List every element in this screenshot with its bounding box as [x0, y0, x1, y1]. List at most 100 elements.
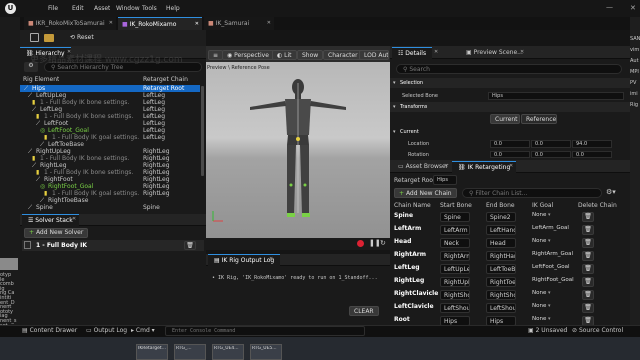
close-icon[interactable]: ✕ — [269, 256, 273, 262]
delete-chain-icon[interactable]: 🗑 — [582, 251, 594, 261]
cmd-dropdown[interactable]: ▸ Cmd ▾ — [131, 327, 155, 334]
delete-chain-icon[interactable]: 🗑 — [582, 277, 594, 287]
close-icon[interactable]: ✕ — [72, 216, 76, 222]
content-drawer-button[interactable]: ▤ Content Drawer — [22, 327, 77, 334]
reset-button[interactable]: ⟲ Reset — [66, 33, 98, 44]
menu-item-asset[interactable]: Asset — [94, 5, 110, 12]
tree-row[interactable]: ▮ 1 - Full Body IK bone settings. LeftLeg — [20, 99, 200, 106]
start-bone-dropdown[interactable]: RightUpLeg — [440, 277, 470, 287]
end-bone-dropdown[interactable]: LeftHand — [486, 225, 516, 235]
chain-row[interactable]: RightClavicleRightShoulderRightShoulderN… — [390, 289, 630, 302]
lit-button[interactable]: ◐ Lit — [272, 50, 297, 60]
clear-log-button[interactable]: CLEAR — [349, 306, 379, 316]
delete-chain-icon[interactable]: 🗑 — [582, 303, 594, 313]
add-new-chain-button[interactable]: + Add New Chain — [394, 188, 457, 198]
ik-goal-dropdown[interactable]: None — [532, 212, 576, 222]
end-bone-dropdown[interactable]: RightHand — [486, 251, 516, 261]
start-bone-dropdown[interactable]: RightArm — [440, 251, 470, 261]
tree-row[interactable]: ▮ 1 - Full Body IK bone settings. LeftLeg — [20, 113, 200, 120]
tree-row[interactable]: ◎ LeftFoot_Goal LeftLeg — [20, 127, 200, 134]
close-icon[interactable]: ✕ — [434, 49, 438, 55]
close-icon[interactable]: ✕ — [509, 163, 513, 169]
chain-row[interactable]: LeftArmLeftArmLeftHandLeftArm_Goal▾🗑 — [390, 224, 630, 237]
settings-icon[interactable]: ⚙ — [24, 62, 38, 72]
section-selection-header[interactable]: ▾ Selection — [390, 78, 630, 88]
rotation-y-field[interactable]: 0.0 — [531, 151, 571, 158]
filter-chain-input[interactable]: ⚲ Filter Chain List... — [462, 188, 602, 198]
save-icon[interactable] — [30, 33, 39, 42]
current-button[interactable]: Current — [490, 114, 520, 124]
tree-row[interactable]: ⟋ LeftFoot LeftLeg — [20, 120, 200, 127]
end-bone-dropdown[interactable]: LeftShoulder — [486, 303, 516, 313]
tree-row[interactable]: ⟋ RightToeBase — [20, 197, 200, 204]
menu-item-window[interactable]: Window — [116, 5, 140, 12]
ik-goal-dropdown[interactable]: None — [532, 303, 576, 313]
taskbar-thumbnail[interactable]: RTG_... — [174, 344, 206, 360]
menu-item-tools[interactable]: Tools — [142, 5, 157, 12]
menu-item-edit[interactable]: Edit — [72, 5, 84, 12]
tree-row[interactable]: ◎ RightFoot_Goal RightLeg — [20, 183, 200, 190]
start-bone-dropdown[interactable]: LeftUpLeg — [440, 264, 470, 274]
menu-item-help[interactable]: Help — [166, 5, 180, 12]
right-edge-item[interactable]: MPI — [630, 69, 640, 75]
show-button[interactable]: Show — [297, 50, 324, 60]
tree-row[interactable]: ⟋ RightFoot RightLeg — [20, 176, 200, 183]
delete-chain-icon[interactable]: 🗑 — [582, 264, 594, 274]
close-icon[interactable]: ✕ — [444, 163, 448, 169]
console-input[interactable]: Enter Console Command — [165, 326, 365, 336]
tree-row[interactable]: ▮ 1 - Full Body IK bone settings. RightLeg — [20, 155, 200, 162]
pause-icon[interactable]: ❚❚ — [369, 239, 381, 247]
ik-goal-dropdown[interactable]: None — [532, 238, 576, 248]
reference-button[interactable]: Reference — [521, 114, 557, 124]
location-z-field[interactable]: 94.0 — [572, 140, 612, 148]
tree-row[interactable]: ▮ 1 - Full Body IK bone settings. RightLeg — [20, 169, 200, 176]
add-new-solver-button[interactable]: + Add New Solver — [24, 228, 89, 238]
ik-goal-dropdown[interactable]: LeftArm_Goal — [532, 225, 576, 235]
chain-row[interactable]: LeftLeg LeftUpLeg LeftToeBase LeftFoot_Goal… — [390, 263, 630, 276]
delete-chain-icon[interactable]: 🗑 — [582, 238, 594, 248]
details-search-input[interactable]: ⚲ Search — [396, 64, 622, 74]
delete-chain-icon[interactable]: 🗑 — [582, 212, 594, 222]
doc-tab[interactable]: ■ IKR_RokoMixToSamurai ✕ — [24, 17, 116, 30]
ik-goal-dropdown[interactable]: LeftFoot_Goal — [532, 264, 576, 274]
menu-item-file[interactable]: File — [48, 5, 58, 12]
output-log-button[interactable]: ▭ Output Log — [86, 327, 127, 334]
unsaved-indicator[interactable]: ▣ 2 Unsaved — [528, 327, 567, 334]
settings-icon[interactable]: ⚙▾ — [606, 188, 616, 196]
source-control-button[interactable]: ⊘ Source Control — [572, 327, 623, 334]
tree-row[interactable]: ⟋ LeftUpLeg LeftLeg — [20, 92, 200, 99]
scrollbar[interactable] — [201, 86, 204, 176]
close-icon[interactable]: ✕ — [195, 21, 199, 27]
start-bone-dropdown[interactable]: RightShoulder — [440, 290, 470, 300]
browse-icon[interactable] — [44, 34, 54, 42]
start-bone-dropdown[interactable]: Spine — [440, 212, 470, 222]
close-icon[interactable]: ✕ — [67, 49, 71, 55]
character-button[interactable]: Character — [323, 50, 363, 60]
end-bone-dropdown[interactable]: RightToeBase — [486, 277, 516, 287]
tree-row[interactable]: ⟋ RightUpLeg RightLeg — [20, 148, 200, 155]
ik-goal-dropdown[interactable]: RightFoot_Goal — [532, 277, 576, 287]
tab-preview-scene[interactable]: ▣ Preview Scene... — [460, 47, 529, 59]
section-current-header[interactable]: ▾ Current — [390, 128, 630, 137]
tree-row[interactable]: ⟋ RightLeg RightLeg — [20, 162, 200, 169]
ik-goal-dropdown[interactable]: None — [532, 290, 576, 300]
chain-row[interactable]: Spine Spine Spine2 None ▾ 🗑 — [390, 211, 630, 224]
right-edge-item[interactable]: Aut — [630, 58, 640, 64]
tree-row[interactable]: ⟋ LeftToeBase — [20, 141, 200, 148]
right-edge-item[interactable]: vim — [630, 47, 640, 53]
solver-checkbox[interactable] — [24, 241, 31, 249]
lod-button[interactable]: LOD Auto — [359, 50, 389, 60]
chain-row[interactable]: RightLeg RightUpLeg RightToeBase RightFoot_… — [390, 276, 630, 289]
tree-row[interactable]: ⟋ Spine Spine — [20, 204, 200, 211]
location-y-field[interactable]: 0.0 — [531, 140, 571, 148]
start-bone-dropdown[interactable]: LeftArm — [440, 225, 470, 235]
right-edge-item[interactable]: SAN — [630, 36, 640, 42]
end-bone-dropdown[interactable]: LeftToeBase — [486, 264, 516, 274]
location-x-field[interactable]: 0.0 — [490, 140, 530, 148]
end-bone-dropdown[interactable]: RightShoulder — [486, 290, 516, 300]
tree-row[interactable]: ⟋ LeftLeg LeftLeg — [20, 106, 200, 113]
retarget-root-field[interactable]: Hips — [433, 175, 457, 185]
right-edge-item[interactable]: imi — [630, 91, 640, 97]
close-icon[interactable]: ✕ — [520, 49, 524, 55]
tree-row[interactable]: ▮ 1 - Full Body IK goal settings. RightLeg — [20, 190, 200, 197]
